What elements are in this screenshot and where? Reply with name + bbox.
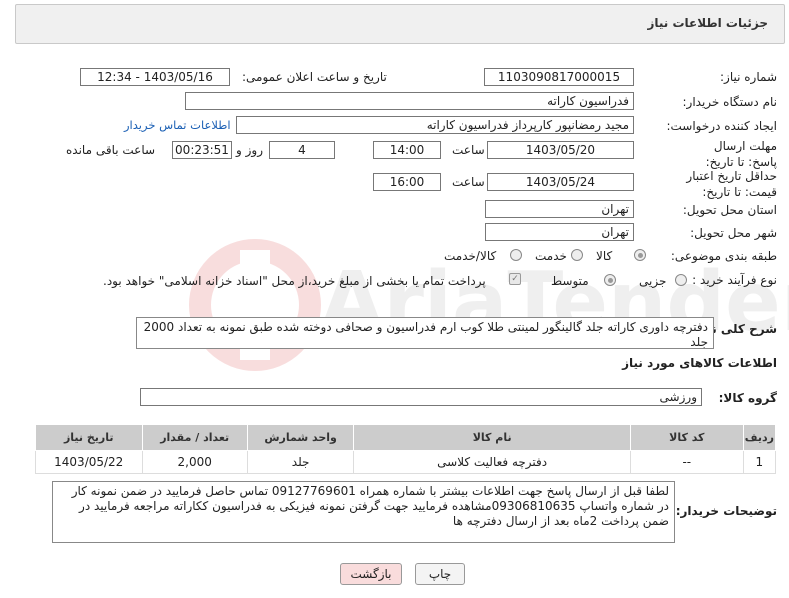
reply-time-field: 14:00 xyxy=(373,141,441,159)
col-code: کد کالا xyxy=(629,424,744,451)
cell-name: دفترچه فعالیت کلاسی xyxy=(353,450,631,474)
page-title: جزئیات اطلاعات نیاز xyxy=(647,16,768,30)
process-radio-medium[interactable] xyxy=(604,274,616,286)
category-radio-goods[interactable] xyxy=(634,249,646,261)
process-label: نوع فرآیند خرید : xyxy=(692,273,777,287)
summary-textarea: دفترچه داوری کاراته جلد گالینگور لمینتی … xyxy=(136,317,714,349)
need-number-label: شماره نیاز: xyxy=(720,70,777,84)
announce-field: 1403/05/16 - 12:34 xyxy=(80,68,230,86)
print-button[interactable]: چاپ xyxy=(415,563,465,585)
price-date-field: 1403/05/24 xyxy=(487,173,634,191)
buyer-org-field: فدراسیون کاراته xyxy=(185,92,634,110)
category-option-goods-service: کالا/خدمت xyxy=(444,249,497,263)
buyer-contact-link[interactable]: اطلاعات تماس خریدار xyxy=(124,118,231,132)
buyer-notes-label: توضیحات خریدار: xyxy=(675,504,777,518)
back-button[interactable]: بازگشت xyxy=(340,563,402,585)
goods-group-label: گروه کالا: xyxy=(718,391,777,405)
col-date: تاریخ نیاز xyxy=(35,424,143,451)
announce-label: تاریخ و ساعت اعلان عمومی: xyxy=(242,70,387,84)
cell-code: -- xyxy=(629,450,744,474)
buyer-org-label: نام دستگاه خریدار: xyxy=(682,95,778,109)
reply-date-field: 1403/05/20 xyxy=(487,141,634,159)
province-label: استان محل تحویل: xyxy=(682,203,777,217)
category-radio-service[interactable] xyxy=(571,249,583,261)
need-number-field: 1103090817000015 xyxy=(484,68,634,86)
category-option-service: خدمت xyxy=(535,249,567,263)
page-header: جزئیات اطلاعات نیاز xyxy=(15,4,785,44)
price-validity-label: حداقل تاریخ اعتبار قیمت: تا تاریخ: xyxy=(686,169,777,199)
category-option-goods: کالا xyxy=(596,249,613,263)
city-field: تهران xyxy=(485,223,634,241)
process-radio-minor[interactable] xyxy=(675,274,687,286)
price-time-label: ساعت xyxy=(452,175,485,189)
province-field: تهران xyxy=(485,200,634,218)
reply-time-label: ساعت xyxy=(452,143,485,157)
col-row: ردیف xyxy=(742,424,777,451)
requester-label: ایجاد کننده درخواست: xyxy=(666,119,777,133)
payment-checkbox[interactable]: ✓ xyxy=(509,273,521,285)
cell-row: 1 xyxy=(742,450,777,474)
requester-field: مجید رمضانپور کارپرداز فدراسیون کاراته xyxy=(236,116,634,134)
col-name: نام کالا xyxy=(353,424,631,451)
category-radio-goods-service[interactable] xyxy=(510,249,522,261)
city-label: شهر محل تحویل: xyxy=(690,226,777,240)
process-option-minor: جزیی xyxy=(639,274,667,288)
goods-table-header: ردیف کد کالا نام کالا واحد شمارش تعداد /… xyxy=(35,424,777,451)
col-unit: واحد شمارش xyxy=(246,424,355,451)
days-label: روز و xyxy=(236,143,263,157)
remaining-label: ساعت باقی مانده xyxy=(66,143,156,157)
col-qty: تعداد / مقدار xyxy=(141,424,248,451)
goods-table: ردیف کد کالا نام کالا واحد شمارش تعداد /… xyxy=(35,424,777,474)
cell-unit: جلد xyxy=(246,450,355,474)
buyer-notes-textarea: لطفا قبل از ارسال پاسخ جهت اطلاعات بیشتر… xyxy=(52,481,675,543)
reply-deadline-label: مهلت ارسال پاسخ: تا تاریخ: xyxy=(705,139,777,169)
remaining-time-field: 00:23:51 xyxy=(172,141,232,159)
table-row: 1 -- دفترچه فعالیت کلاسی جلد 2,000 1403/… xyxy=(35,450,777,474)
category-label: طبقه بندی موضوعی: xyxy=(670,249,777,263)
days-field: 4 xyxy=(269,141,335,159)
payment-note: پرداخت تمام یا بخشی از مبلغ خرید،از محل … xyxy=(103,274,486,288)
price-time-field: 16:00 xyxy=(373,173,441,191)
goods-group-field: ورزشی xyxy=(140,388,702,406)
process-option-medium: متوسط xyxy=(551,274,589,288)
cell-qty: 2,000 xyxy=(141,450,248,474)
goods-info-title: اطلاعات کالاهای مورد نیاز xyxy=(622,356,777,370)
cell-date: 1403/05/22 xyxy=(35,450,143,474)
